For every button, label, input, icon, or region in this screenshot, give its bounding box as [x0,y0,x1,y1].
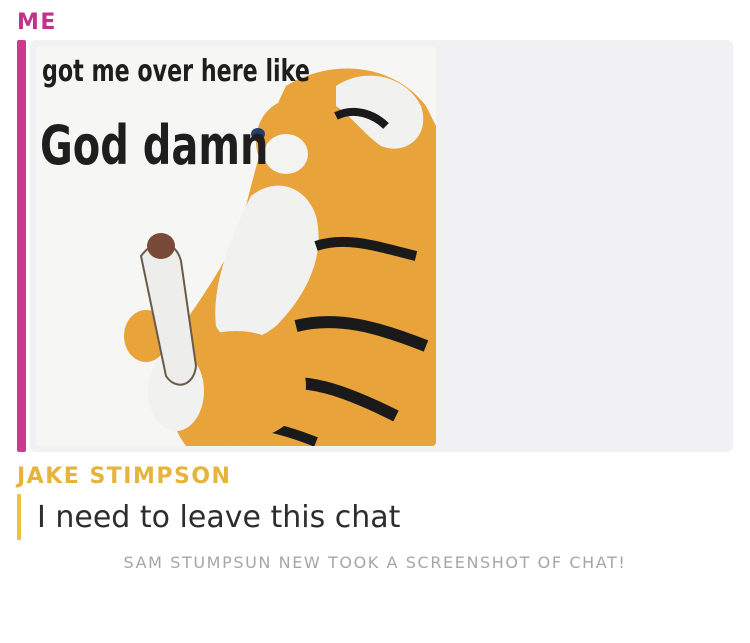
sender-label-jake: JAKE STIMPSON [17,464,232,489]
screenshot-notice: SAM STUMPSUN NEW TOOK A SCREENSHOT OF CH… [123,553,627,572]
chat-thread: ME got me over here like God damn JAKE S… [0,0,750,643]
meme-caption-line-2: God damn [40,114,269,177]
meme-caption-line-1: got me over here like [42,54,310,89]
message-me: got me over here like God damn [17,40,733,452]
message-accent-bar [17,494,21,540]
meme-image[interactable]: got me over here like God damn [36,46,436,446]
sender-label-me: ME [17,10,57,35]
message-text: I need to leave this chat [37,499,401,535]
message-accent-bar [17,40,26,452]
message-jake[interactable]: I need to leave this chat [17,494,400,540]
meme-illustration [36,46,436,446]
media-message[interactable]: got me over here like God damn [30,40,733,452]
